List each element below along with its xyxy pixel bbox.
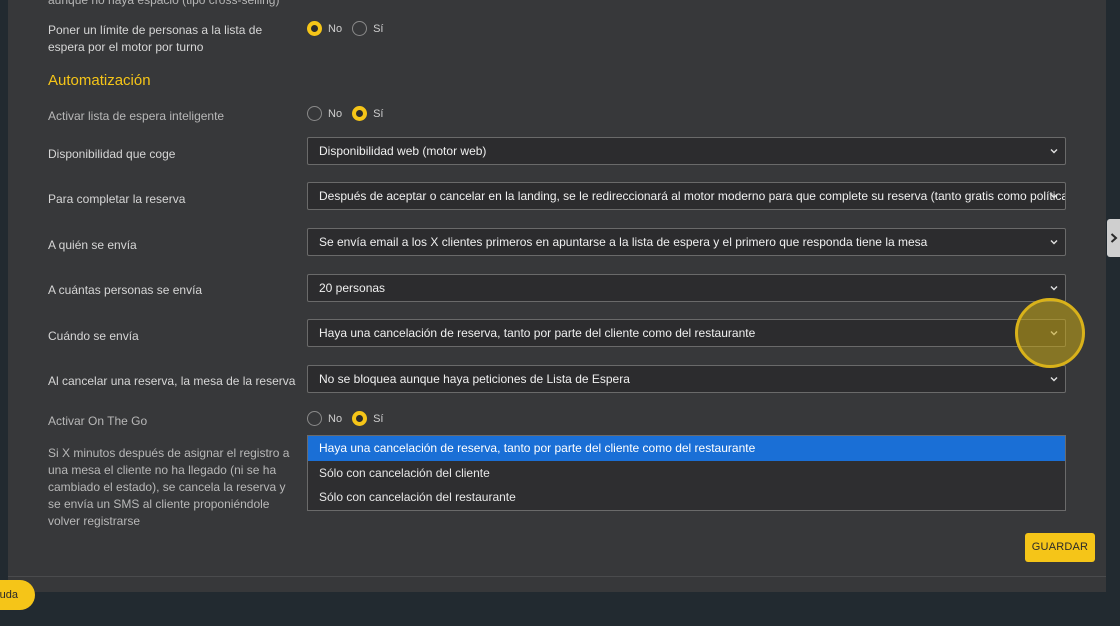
dropdown-option-both[interactable]: Haya una cancelación de reserva, tanto p… — [308, 436, 1065, 461]
radio-unchecked-icon — [307, 106, 322, 121]
chevron-down-icon — [1050, 331, 1058, 336]
side-panel-toggle[interactable] — [1107, 219, 1120, 257]
dropdown-option-client[interactable]: Sólo con cancelación del cliente — [308, 461, 1065, 486]
chevron-down-icon — [1050, 240, 1058, 245]
smart-waitlist-no-radio[interactable]: No — [307, 106, 342, 121]
people-count-select[interactable]: 20 personas — [307, 274, 1066, 302]
chevron-down-icon — [1050, 149, 1058, 154]
smart-waitlist-label: Activar lista de espera inteligente — [48, 109, 225, 123]
on-the-go-yes-radio[interactable]: Sí — [352, 411, 383, 426]
chevron-right-icon — [1110, 233, 1118, 243]
people-count-label: A cuántas personas se envía — [48, 283, 203, 297]
waitlist-limit-no-radio[interactable]: No — [307, 21, 342, 36]
waitlist-limit-label: Poner un límite de personas a la lista d… — [48, 23, 263, 54]
on-the-go-label: Activar On The Go — [48, 414, 148, 428]
cancel-table-select[interactable]: No se bloquea aunque haya peticiones de … — [307, 365, 1066, 393]
on-the-go-no-radio[interactable]: No — [307, 411, 342, 426]
radio-checked-icon — [307, 21, 322, 36]
smart-waitlist-radio-group: No Sí — [307, 106, 393, 121]
availability-select[interactable]: Disponibilidad web (motor web) — [307, 137, 1066, 165]
complete-booking-select[interactable]: Después de aceptar o cancelar en la land… — [307, 182, 1066, 210]
complete-booking-label: Para completar la reserva — [48, 192, 186, 206]
availability-label: Disponibilidad que coge — [48, 147, 176, 161]
radio-unchecked-icon — [307, 411, 322, 426]
smart-waitlist-yes-radio[interactable]: Sí — [352, 106, 383, 121]
send-when-select[interactable]: Haya una cancelación de reserva, tanto p… — [307, 319, 1066, 347]
help-button[interactable]: uda — [0, 580, 35, 610]
waitlist-limit-radio-group: No Sí — [307, 21, 393, 36]
recipients-label: A quién se envía — [48, 238, 137, 252]
chevron-down-icon — [1050, 194, 1058, 199]
chevron-down-icon — [1050, 286, 1058, 291]
save-button[interactable]: GUARDAR — [1025, 533, 1095, 562]
cancel-table-label: Al cancelar una reserva, la mesa de la r… — [48, 374, 296, 388]
send-when-dropdown-list: Haya una cancelación de reserva, tanto p… — [307, 435, 1066, 511]
radio-checked-icon — [352, 411, 368, 426]
chevron-down-icon — [1050, 377, 1058, 382]
on-the-go-description: Si X minutos después de asignar el regis… — [48, 446, 290, 528]
on-the-go-radio-group: No Sí — [307, 411, 393, 426]
dropdown-option-restaurant[interactable]: Sólo con cancelación del restaurante — [308, 485, 1065, 510]
panel-divider — [8, 576, 1106, 577]
waitlist-limit-yes-radio[interactable]: Sí — [352, 21, 383, 36]
cross-selling-label: aunque no haya espacio (tipo cross-selli… — [48, 0, 280, 7]
radio-checked-icon — [352, 106, 368, 121]
send-when-label: Cuándo se envía — [48, 329, 139, 343]
radio-unchecked-icon — [352, 21, 368, 36]
recipients-select[interactable]: Se envía email a los X clientes primeros… — [307, 228, 1066, 256]
section-title-automation: Automatización — [48, 72, 151, 89]
